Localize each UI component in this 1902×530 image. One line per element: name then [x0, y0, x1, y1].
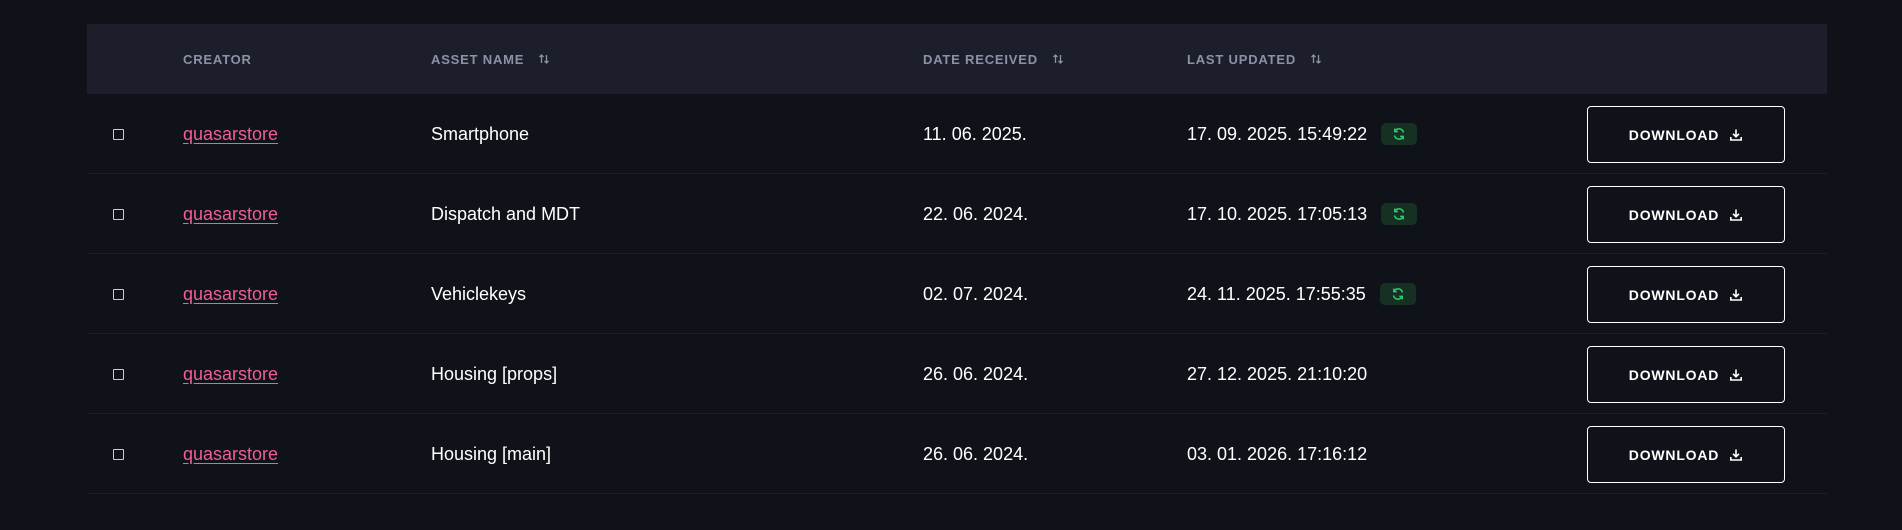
sort-arrows-icon[interactable] [538, 53, 550, 65]
table-row: quasarstore Vehiclekeys 02. 07. 2024. 24… [87, 254, 1827, 334]
asset-name-cell: Housing [main] [431, 443, 552, 464]
download-button-label: DOWNLOAD [1628, 286, 1720, 303]
column-header-creator: CREATOR [183, 24, 252, 94]
table-header: CREATOR ASSET NAME DATE RECEIVED LAST UP… [87, 24, 1827, 94]
last-updated-cell: 24. 11. 2025. 17:55:35 [1187, 254, 1416, 334]
column-header-date-received-label: DATE RECEIVED [923, 51, 1038, 67]
row-checkbox[interactable] [113, 448, 124, 460]
table-row: quasarstore Housing [main] 26. 06. 2024.… [87, 414, 1827, 494]
column-header-creator-label: CREATOR [183, 51, 252, 67]
refresh-icon [1393, 128, 1405, 140]
creator-cell: quasarstore [183, 174, 278, 254]
creator-cell: quasarstore [183, 254, 278, 334]
sort-arrows-icon[interactable] [1052, 53, 1064, 65]
refresh-icon [1392, 288, 1404, 300]
column-header-asset-name-label: ASSET NAME [431, 51, 525, 67]
download-button[interactable]: DOWNLOAD [1587, 186, 1785, 243]
asset-name-cell: Dispatch and MDT [431, 203, 581, 224]
download-button[interactable]: DOWNLOAD [1587, 106, 1785, 163]
download-icon [1730, 369, 1743, 381]
table-row: quasarstore Housing [props] 26. 06. 2024… [87, 334, 1827, 414]
last-updated-text: 17. 10. 2025. 17:05:13 [1187, 203, 1368, 224]
column-header-last-updated[interactable]: LAST UPDATED [1187, 24, 1322, 94]
download-icon [1730, 449, 1743, 461]
download-button-label: DOWNLOAD [1628, 206, 1720, 223]
asset-name-cell: Smartphone [431, 123, 530, 144]
row-checkbox-cell [113, 334, 124, 414]
date-received-cell: 11. 06. 2025. [923, 123, 1027, 144]
creator-cell: quasarstore [183, 334, 278, 414]
download-button-label: DOWNLOAD [1628, 366, 1720, 383]
row-checkbox-cell [113, 414, 124, 494]
last-updated-cell: 27. 12. 2025. 21:10:20 [1187, 334, 1367, 414]
download-icon [1730, 129, 1743, 141]
creator-link[interactable]: quasarstore [183, 364, 278, 385]
asset-name-cell: Vehiclekeys [431, 283, 527, 304]
refresh-icon [1393, 208, 1405, 220]
table-row: quasarstore Smartphone 11. 06. 2025. 17.… [87, 94, 1827, 174]
last-updated-text: 17. 09. 2025. 15:49:22 [1187, 123, 1368, 144]
last-updated-text: 27. 12. 2025. 21:10:20 [1187, 363, 1368, 384]
date-received-cell: 26. 06. 2024. [923, 443, 1029, 464]
date-received-cell: 26. 06. 2024. [923, 363, 1029, 384]
column-header-asset-name[interactable]: ASSET NAME [431, 24, 550, 94]
download-button-label: DOWNLOAD [1628, 126, 1720, 143]
row-checkbox[interactable] [113, 288, 124, 300]
download-icon [1730, 289, 1743, 301]
table-body: quasarstore Smartphone 11. 06. 2025. 17.… [87, 94, 1827, 494]
download-button-label: DOWNLOAD [1628, 446, 1720, 463]
creator-link[interactable]: quasarstore [183, 284, 278, 305]
row-checkbox[interactable] [113, 368, 124, 380]
row-checkbox[interactable] [113, 208, 124, 220]
date-received-cell: 22. 06. 2024. [923, 203, 1029, 224]
row-checkbox-cell [113, 94, 124, 174]
column-header-last-updated-label: LAST UPDATED [1187, 51, 1297, 67]
row-checkbox-cell [113, 254, 124, 334]
column-header-date-received[interactable]: DATE RECEIVED [923, 24, 1064, 94]
assets-table: CREATOR ASSET NAME DATE RECEIVED LAST UP… [87, 24, 1827, 494]
download-icon [1730, 209, 1743, 221]
updated-badge [1381, 203, 1418, 225]
creator-cell: quasarstore [183, 94, 278, 174]
creator-link[interactable]: quasarstore [183, 124, 278, 145]
date-received-cell: 02. 07. 2024. [923, 283, 1029, 304]
asset-name-cell: Housing [props] [431, 363, 558, 384]
sort-arrows-icon[interactable] [1310, 53, 1322, 65]
download-button[interactable]: DOWNLOAD [1587, 346, 1785, 403]
creator-link[interactable]: quasarstore [183, 204, 278, 225]
download-button[interactable]: DOWNLOAD [1587, 426, 1785, 483]
last-updated-cell: 17. 09. 2025. 15:49:22 [1187, 94, 1418, 174]
last-updated-text: 03. 01. 2026. 17:16:12 [1187, 443, 1368, 464]
creator-link[interactable]: quasarstore [183, 444, 278, 465]
last-updated-text: 24. 11. 2025. 17:55:35 [1187, 283, 1366, 304]
row-checkbox-cell [113, 174, 124, 254]
last-updated-cell: 17. 10. 2025. 17:05:13 [1187, 174, 1418, 254]
updated-badge [1379, 283, 1416, 305]
row-checkbox[interactable] [113, 128, 124, 140]
last-updated-cell: 03. 01. 2026. 17:16:12 [1187, 414, 1367, 494]
creator-cell: quasarstore [183, 414, 278, 494]
updated-badge [1381, 123, 1418, 145]
download-button[interactable]: DOWNLOAD [1587, 266, 1785, 323]
table-row: quasarstore Dispatch and MDT 22. 06. 202… [87, 174, 1827, 254]
